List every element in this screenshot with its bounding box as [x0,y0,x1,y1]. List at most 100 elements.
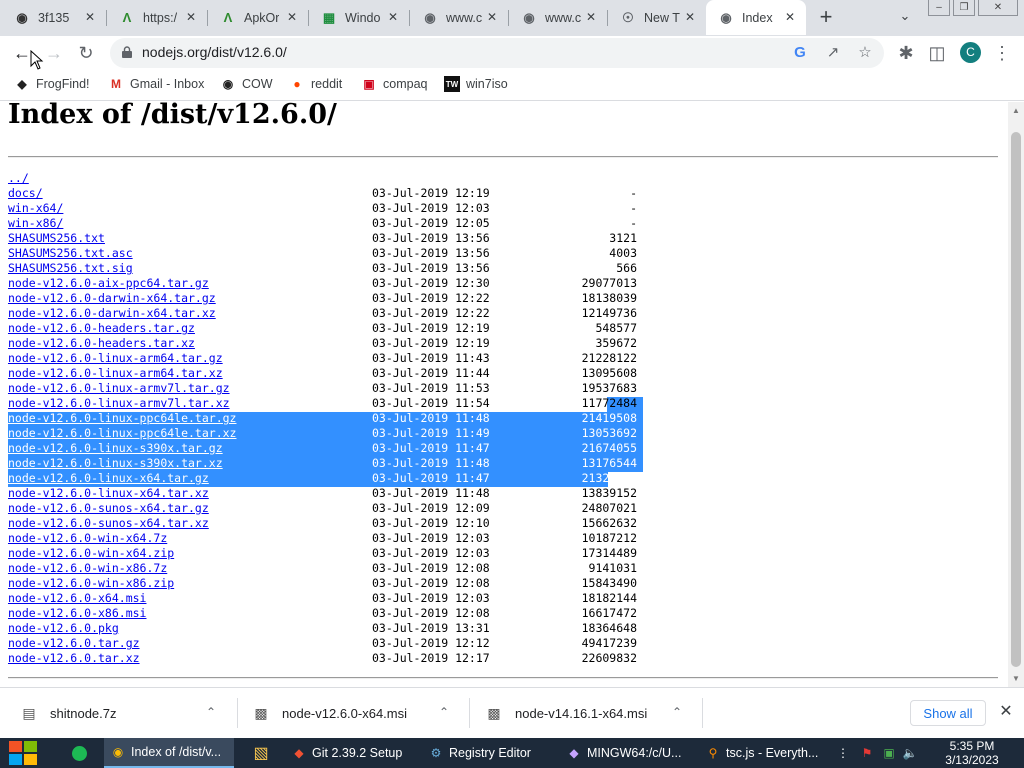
chevron-up-icon[interactable]: ⌃ [672,705,682,719]
file-link[interactable]: node-v12.6.0-win-x86.zip [8,576,174,591]
file-link[interactable]: node-v12.6.0-linux-armv7l.tar.xz [8,396,230,411]
tab-search-chevron-icon[interactable]: ⌄ [896,8,914,26]
minimize-button[interactable]: – [928,0,950,16]
tab-1[interactable]: ◉ 3f135 ✕ [2,0,106,35]
file-link[interactable]: node-v12.6.0-linux-arm64.tar.gz [8,351,223,366]
system-clock[interactable]: 5:35 PM 3/13/2023 [932,739,1012,767]
tab-2[interactable]: Λ https:/ ✕ [107,0,207,35]
taskbar-item-regedit[interactable]: ⚙ Registry Editor [422,738,550,768]
file-link[interactable]: node-v12.6.0-headers.tar.xz [8,336,195,351]
file-link[interactable]: node-v12.6.0.tar.gz [8,636,140,651]
chevron-up-icon[interactable]: ⌃ [206,705,216,719]
tab-3[interactable]: Λ ApkOr ✕ [208,0,308,35]
file-size: 9141031 [588,561,637,575]
url-text[interactable]: nodejs.org/dist/v12.6.0/ [142,44,287,60]
file-link[interactable]: SHASUMS256.txt.sig [8,261,133,276]
file-link[interactable]: node-v12.6.0-x64.msi [8,591,146,606]
file-link[interactable]: node-v12.6.0-win-x64.zip [8,546,174,561]
address-bar[interactable]: nodejs.org/dist/v12.6.0/ G ↗ ☆ [110,38,884,68]
file-link[interactable]: SHASUMS256.txt.asc [8,246,133,261]
show-all-downloads-button[interactable]: Show all [910,700,986,726]
bookmark-reddit[interactable]: ● reddit [289,76,342,92]
taskbar-item-mingw[interactable]: ◆ MINGW64:/c/U... [560,738,690,768]
profile-avatar[interactable]: C [960,42,981,63]
close-icon[interactable]: ✕ [183,9,199,25]
vertical-scrollbar[interactable]: ▲ ▼ [1008,102,1024,687]
file-link[interactable]: node-v12.6.0-win-x86.7z [8,561,167,576]
win7iso-icon: TW [444,76,460,92]
close-icon[interactable]: ✕ [484,9,500,25]
bookmark-frogfind[interactable]: ◆ FrogFind! [14,76,89,92]
tab-7[interactable]: ☉ New T ✕ [608,0,706,35]
file-link[interactable]: win-x64/ [8,201,63,216]
side-panel-icon[interactable]: ◫ [925,41,949,65]
volume-icon[interactable]: 🔈 [902,745,918,761]
spotify-icon[interactable] [64,738,94,768]
download-item[interactable]: ▤ shitnode.7z ⌃ [20,688,228,738]
close-icon[interactable]: ✕ [385,9,401,25]
tab-6[interactable]: ◉ www.c ✕ [509,0,607,35]
file-link[interactable]: node-v12.6.0-linux-s390x.tar.xz [8,456,223,471]
taskbar-item-git[interactable]: ◆ Git 2.39.2 Setup [285,738,413,768]
file-link[interactable]: node-v12.6.0-darwin-x64.tar.xz [8,306,216,321]
file-link[interactable]: node-v12.6.0.tar.xz [8,651,140,666]
file-link[interactable]: node-v12.6.0-win-x64.7z [8,531,167,546]
scroll-down-arrow-icon[interactable]: ▼ [1012,674,1020,683]
file-link[interactable]: node-v12.6.0-sunos-x64.tar.xz [8,516,209,531]
start-button[interactable] [0,738,46,768]
file-link[interactable]: node-v12.6.0-linux-s390x.tar.gz [8,441,223,456]
bookmark-win7iso[interactable]: TW win7iso [444,76,508,92]
bookmark-gmail[interactable]: M Gmail - Inbox [108,76,204,92]
file-link[interactable]: node-v12.6.0-linux-armv7l.tar.gz [8,381,230,396]
close-icon[interactable]: ✕ [996,702,1016,722]
google-lens-icon[interactable]: G [790,43,810,63]
bookmark-compaq[interactable]: ▣ compaq [361,76,427,92]
extensions-puzzle-icon[interactable]: ✱ [894,41,918,65]
file-link[interactable]: node-v12.6.0-linux-ppc64le.tar.gz [8,411,236,426]
tab-4[interactable]: ▦ Windo ✕ [309,0,409,35]
scrollbar-thumb[interactable] [1011,132,1021,667]
file-link[interactable]: node-v12.6.0.pkg [8,621,119,636]
file-link[interactable]: node-v12.6.0-x86.msi [8,606,146,621]
file-link[interactable]: node-v12.6.0-aix-ppc64.tar.gz [8,276,209,291]
file-link[interactable]: node-v12.6.0-linux-ppc64le.tar.xz [8,426,236,441]
file-link[interactable]: ../ [8,171,29,186]
file-link[interactable]: node-v12.6.0-darwin-x64.tar.gz [8,291,216,306]
window-close-button[interactable]: ✕ [978,0,1018,16]
close-icon[interactable]: ✕ [682,9,698,25]
overflow-dots-icon[interactable]: ⋮ [835,745,851,761]
file-link[interactable]: docs/ [8,186,43,201]
scroll-up-arrow-icon[interactable]: ▲ [1012,106,1020,115]
reload-button[interactable]: ↻ [74,41,98,65]
close-icon[interactable]: ✕ [82,9,98,25]
restore-button[interactable]: ❐ [953,0,975,16]
close-icon[interactable]: ✕ [583,9,599,25]
share-icon[interactable]: ↗ [823,43,843,63]
file-link[interactable]: SHASUMS256.txt [8,231,105,246]
file-link[interactable]: node-v12.6.0-linux-x64.tar.gz [8,471,209,486]
list-item: node-v12.6.0-win-x64.zip 03-Jul-2019 12:0… [8,546,708,561]
network-icon[interactable]: ▣ [881,745,897,761]
file-link[interactable]: node-v12.6.0-headers.tar.gz [8,321,195,336]
file-link[interactable]: win-x86/ [8,216,63,231]
tab-5[interactable]: ◉ www.c ✕ [410,0,508,35]
bookmark-star-icon[interactable]: ☆ [855,43,875,63]
taskbar-item-everything[interactable]: ⚲ tsc.js - Everyth... [699,738,827,768]
file-date: 03-Jul-2019 13:56 [372,261,490,275]
close-icon[interactable]: ✕ [284,9,300,25]
close-icon[interactable]: ✕ [782,9,798,25]
flag-icon[interactable]: ⚑ [859,745,875,761]
file-link[interactable]: node-v12.6.0-linux-x64.tar.xz [8,486,209,501]
file-link[interactable]: node-v12.6.0-linux-arm64.tar.xz [8,366,223,381]
tab-8-active[interactable]: ◉ Index ✕ [706,0,806,35]
menu-kebab-icon[interactable]: ⋮ [990,41,1014,65]
forward-button[interactable]: → [42,41,66,65]
download-item[interactable]: ▩ node-v12.6.0-x64.msi ⌃ [252,688,460,738]
download-item[interactable]: ▩ node-v14.16.1-x64.msi ⌃ [485,688,693,738]
file-link[interactable]: node-v12.6.0-sunos-x64.tar.gz [8,501,209,516]
chevron-up-icon[interactable]: ⌃ [439,705,449,719]
file-explorer-icon[interactable]: ▧ [245,738,277,768]
bookmark-cow[interactable]: ◉ COW [220,76,273,92]
taskbar-item-chrome[interactable]: ◉ Index of /dist/v... [104,738,234,768]
new-tab-button[interactable]: + [814,6,838,30]
